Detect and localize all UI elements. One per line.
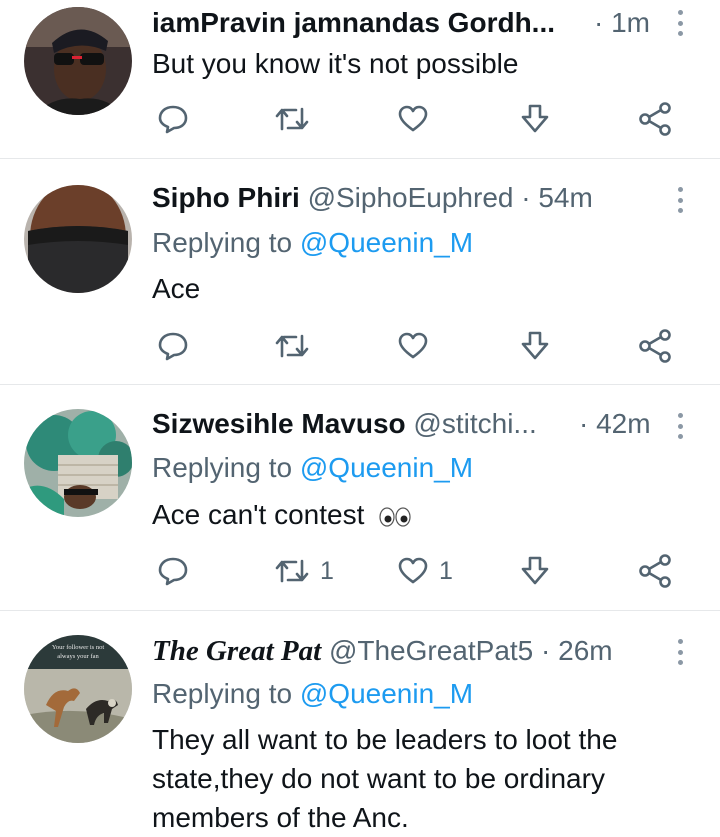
tweet-actions: 1 1 [0,551,720,591]
more-icon[interactable] [673,411,687,441]
mention-link[interactable]: @Queenin_M [300,227,473,258]
mention-link[interactable]: @Queenin_M [300,452,473,483]
heart-icon [398,332,428,359]
retweet-button[interactable] [274,99,310,139]
download-button[interactable] [520,551,550,591]
heart-icon [398,557,428,584]
like-button[interactable] [397,326,429,366]
retweet-icon [275,334,309,358]
share-button[interactable] [638,551,672,591]
download-button[interactable] [520,99,550,139]
download-button[interactable] [520,326,550,366]
tweet-text: They all want to be leaders to loot the … [152,720,697,837]
tweet-text: But you know it's not possible [152,48,519,79]
share-icon [639,329,671,363]
tweet-4[interactable]: Your follower is not always your fan The… [0,611,720,835]
retweet-button[interactable] [274,326,310,366]
display-name[interactable]: iamPravin jamnandas Gordh... [152,7,555,38]
like-count: 1 [439,556,453,585]
tweet-header: Sipho Phiri @SiphoEuphred · 54m [152,181,593,215]
reply-icon [158,332,188,361]
like-button[interactable]: 1 [397,551,453,591]
display-name[interactable]: Sipho Phiri [152,182,300,213]
user-handle[interactable]: @stitchi... [413,408,536,439]
tweet-actions [0,99,720,139]
mention-link[interactable]: @Queenin_M [300,678,473,709]
share-button[interactable] [638,99,672,139]
replying-to: Replying to @Queenin_M [152,451,473,485]
timestamp[interactable]: · 1m [594,6,650,40]
share-button[interactable] [638,326,672,366]
timestamp[interactable]: · 54m [521,182,593,213]
tweet-text-line: members of the Anc. [152,802,409,833]
eyes-emoji-icon [379,507,411,527]
retweet-icon [275,107,309,131]
reply-icon [158,105,188,134]
reply-button[interactable] [157,99,189,139]
more-icon[interactable] [673,637,687,667]
more-icon[interactable] [673,8,687,38]
tweet-header: Sizwesihle Mavuso @stitchi... [152,407,537,441]
more-icon[interactable] [673,185,687,215]
download-icon [521,556,549,585]
retweet-button[interactable]: 1 [274,551,334,591]
tweet-header: The Great Pat @TheGreatPat5 · 26m [152,634,613,668]
share-icon [639,102,671,136]
avatar[interactable] [24,185,132,293]
reply-icon [158,557,188,586]
svg-text:Your follower is not: Your follower is not [52,644,104,651]
tweet-2[interactable]: Sipho Phiri @SiphoEuphred · 54m Replying… [0,159,720,384]
timestamp[interactable]: · 42m [579,407,651,441]
reply-button[interactable] [157,551,189,591]
tweet-3[interactable]: Sizwesihle Mavuso @stitchi... · 42m Repl… [0,385,720,610]
display-name[interactable]: Sizwesihle Mavuso [152,408,406,439]
share-icon [639,554,671,588]
tweet-1[interactable]: iamPravin jamnandas Gordh... · 1m But yo… [0,0,720,158]
retweet-count: 1 [320,556,334,585]
tweet-text: Ace [152,273,201,304]
tweet-text-line: They all want to be leaders to loot the [152,724,618,755]
avatar[interactable]: Your follower is not always your fan [24,635,132,743]
like-button[interactable] [397,99,429,139]
tweet-header: iamPravin jamnandas Gordh... [152,6,555,40]
display-name[interactable]: The Great Pat [152,635,321,667]
user-handle[interactable]: @TheGreatPat5 [329,635,533,666]
tweet-text-line: state,they do not want to be ordinary [152,763,605,794]
download-icon [521,104,549,133]
replying-prefix: Replying to [152,452,293,483]
tweet-actions [0,326,720,366]
avatar[interactable] [24,409,132,517]
download-icon [521,331,549,360]
replying-to: Replying to @Queenin_M [152,226,473,260]
replying-to: Replying to @Queenin_M [152,677,473,711]
tweet-text-body: Ace can't contest [152,499,365,530]
retweet-icon [275,559,309,583]
timestamp[interactable]: · 26m [541,635,613,666]
replying-prefix: Replying to [152,678,293,709]
replying-prefix: Replying to [152,227,293,258]
svg-text:always your fan: always your fan [57,653,99,660]
heart-icon [398,105,428,132]
tweet-text: Ace can't contest [152,495,697,534]
reply-button[interactable] [157,326,189,366]
user-handle[interactable]: @SiphoEuphred [308,182,514,213]
